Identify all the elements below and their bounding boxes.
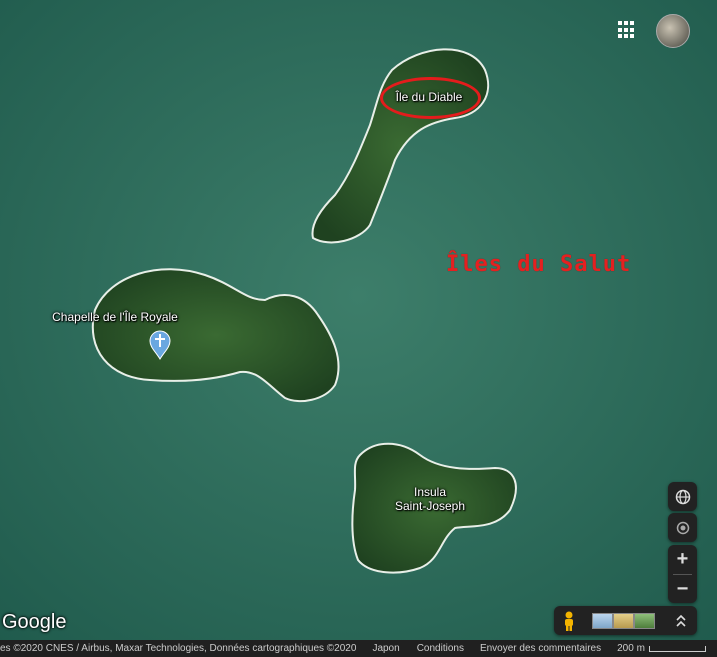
attribution-text: es ©2020 CNES / Airbus, Maxar Technologi… bbox=[0, 643, 357, 654]
my-location-button[interactable] bbox=[668, 513, 697, 542]
layer-thumb-3[interactable] bbox=[634, 613, 655, 629]
globe-button[interactable] bbox=[668, 482, 697, 511]
zoom-in-button[interactable]: + bbox=[668, 545, 697, 574]
place-label-saint-joseph[interactable]: Insula Saint-Joseph bbox=[380, 485, 480, 513]
terms-link[interactable]: Conditions bbox=[417, 643, 464, 654]
satellite-map[interactable] bbox=[0, 0, 717, 657]
apps-grid-icon[interactable] bbox=[618, 21, 636, 39]
place-label-chapel[interactable]: Chapelle de l'Île Royale bbox=[30, 310, 200, 324]
pegman-icon[interactable] bbox=[562, 611, 576, 631]
scale-bar bbox=[648, 645, 706, 652]
globe-icon bbox=[675, 489, 690, 504]
layer-thumb-1[interactable] bbox=[592, 613, 613, 629]
google-logo: Google bbox=[2, 611, 67, 633]
zoom-out-button[interactable]: − bbox=[668, 575, 697, 603]
scale-label: 200 m bbox=[617, 643, 645, 654]
layer-thumb-2[interactable] bbox=[613, 613, 634, 629]
chevron-up-icon[interactable] bbox=[674, 613, 688, 629]
locate-icon bbox=[676, 521, 689, 534]
annotation-ring bbox=[380, 77, 481, 119]
layers-bar bbox=[554, 606, 697, 635]
zoom-control: + − bbox=[668, 545, 697, 603]
archipelago-label: Îles du Salut bbox=[446, 252, 632, 277]
avatar[interactable] bbox=[656, 14, 690, 48]
feedback-link[interactable]: Envoyer des commentaires bbox=[480, 643, 601, 654]
attribution-bar: es ©2020 CNES / Airbus, Maxar Technologi… bbox=[0, 640, 717, 657]
country-link[interactable]: Japon bbox=[372, 643, 399, 654]
